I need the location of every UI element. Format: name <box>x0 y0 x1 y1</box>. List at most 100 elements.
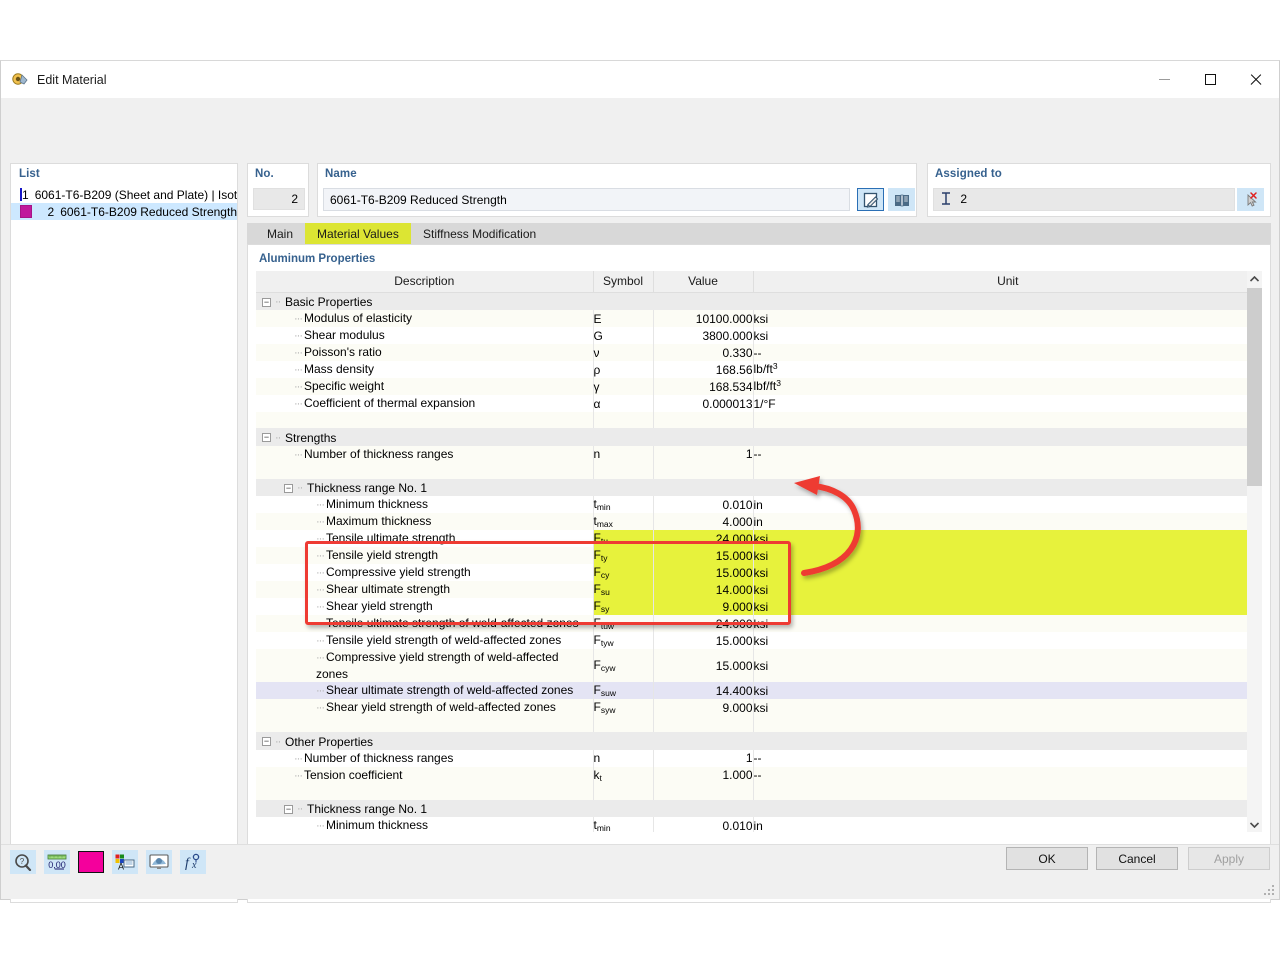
property-value[interactable]: 15.000 <box>653 649 754 682</box>
material-library-button[interactable] <box>888 188 915 211</box>
property-unit: ksi <box>753 598 1262 615</box>
property-value[interactable]: 10100.000 <box>653 310 754 327</box>
collapse-toggle[interactable]: − <box>262 737 271 746</box>
property-unit: lbf/ft3 <box>753 378 1262 395</box>
table-spacer-row <box>256 783 1262 800</box>
help-icon-button[interactable]: ? <box>10 850 36 874</box>
cancel-button[interactable]: Cancel <box>1096 847 1178 870</box>
property-value[interactable]: 168.534 <box>653 378 754 395</box>
table-row[interactable]: ··· Maximum thickness tmax 4.000 in <box>256 513 1262 530</box>
properties-caption: Aluminum Properties <box>259 253 376 265</box>
tree-connector: ··· <box>294 769 303 782</box>
collapse-toggle[interactable]: − <box>284 804 293 814</box>
table-row[interactable]: ··· Tensile ultimate strength of weld-aff… <box>256 615 1262 632</box>
table-group-row[interactable]: − ·· Basic Properties <box>256 292 1262 310</box>
tab-main[interactable]: Main <box>255 223 306 244</box>
tab-material-values[interactable]: Material Values <box>305 223 411 244</box>
property-value[interactable]: 9.000 <box>653 598 754 615</box>
column-header-value[interactable]: Value <box>653 271 754 293</box>
svg-text:A: A <box>118 862 124 872</box>
collapse-toggle[interactable]: − <box>262 433 271 442</box>
table-row[interactable]: ··· Mass density ρ 168.56 lb/ft3 <box>256 361 1262 378</box>
table-row[interactable]: ··· Tensile ultimate strength Ftu 24.000 ksi <box>256 530 1262 547</box>
tab-stiffness-modification[interactable]: Stiffness Modification <box>411 223 549 244</box>
units-decimal-places-button[interactable]: 0,00 <box>44 850 70 874</box>
table-row[interactable]: ··· Number of thickness ranges n 1 -- <box>256 749 1262 767</box>
edit-material-name-button[interactable] <box>857 188 884 211</box>
column-header-symbol[interactable]: Symbol <box>593 271 654 293</box>
collapse-toggle[interactable]: − <box>262 297 271 307</box>
property-value[interactable]: 15.000 <box>653 632 754 649</box>
property-value[interactable]: 14.000 <box>653 581 754 598</box>
property-value[interactable]: 0.000013 <box>653 395 754 412</box>
property-value[interactable]: 24.000 <box>653 615 754 632</box>
column-header-unit[interactable]: Unit <box>753 271 1262 293</box>
property-symbol: Ftu <box>592 530 654 547</box>
material-list[interactable]: 1 6061-T6-B209 (Sheet and Plate) | Isotr 2… <box>11 186 237 854</box>
table-row[interactable]: ··· Shear ultimate strength Fsu 14.000 ksi <box>256 581 1262 598</box>
display-properties-button[interactable]: A <box>112 850 138 874</box>
scroll-down-icon[interactable] <box>1247 817 1262 832</box>
table-row[interactable]: ··· Compressive yield strength Fcy 15.000 ks… <box>256 564 1262 581</box>
property-value[interactable]: 3800.000 <box>653 327 754 344</box>
table-row[interactable]: ··· Shear yield strength Fsy 9.000 ksi <box>256 598 1262 615</box>
property-value[interactable]: 0.010 <box>653 817 754 832</box>
property-value[interactable]: 168.56 <box>653 361 754 378</box>
table-row[interactable]: ··· Tension coefficient kt 1.000 -- <box>256 766 1262 784</box>
table-row[interactable]: ··· Coefficient of thermal expansion α 0.00… <box>256 395 1262 412</box>
column-header-description[interactable]: Description <box>256 271 594 293</box>
table-row[interactable]: ··· Poisson's ratio ν 0.330 -- <box>256 344 1262 361</box>
resize-grip[interactable] <box>1262 883 1274 895</box>
maximize-button[interactable] <box>1187 61 1233 98</box>
material-name-field[interactable]: 6061-T6-B209 Reduced Strength <box>323 188 850 211</box>
table-row[interactable]: ··· Minimum thickness tmin 0.010 in <box>256 817 1262 832</box>
property-value[interactable]: 1 <box>653 445 754 463</box>
scroll-up-icon[interactable] <box>1247 271 1262 286</box>
table-row[interactable]: ··· Shear yield strength of weld-affected… <box>256 699 1262 716</box>
assigned-to-field[interactable]: 2 <box>933 188 1235 211</box>
list-item[interactable]: 1 6061-T6-B209 (Sheet and Plate) | Isotr <box>11 186 237 203</box>
table-row[interactable]: ··· Specific weight γ 168.534 lbf/ft3 <box>256 378 1262 395</box>
table-row[interactable]: ··· Number of thickness ranges n 1 -- <box>256 445 1262 463</box>
minimize-button[interactable] <box>1141 61 1187 98</box>
property-value[interactable]: 15.000 <box>653 564 754 581</box>
property-value[interactable]: 24.000 <box>653 530 754 547</box>
name-box-title: Name <box>325 168 357 180</box>
property-value[interactable]: 0.330 <box>653 344 754 361</box>
tree-connector: ··· <box>316 533 325 545</box>
table-row[interactable]: ··· Compressive yield strength of weld-af… <box>256 649 1262 682</box>
collapse-toggle[interactable]: − <box>284 483 293 493</box>
property-value[interactable]: 4.000 <box>653 513 754 530</box>
ok-button[interactable]: OK <box>1006 847 1088 870</box>
close-button[interactable] <box>1233 61 1279 98</box>
property-value[interactable]: 1.000 <box>653 766 754 784</box>
properties-vertical-scrollbar[interactable] <box>1247 271 1262 832</box>
tab-label: Main <box>267 226 294 241</box>
property-value[interactable]: 0.010 <box>653 496 754 513</box>
table-row[interactable]: ··· Shear ultimate strength of weld-affec… <box>256 682 1262 699</box>
table-row[interactable]: ··· Tensile yield strength Fty 15.000 ksi <box>256 547 1262 564</box>
property-unit: ksi <box>753 310 1262 327</box>
property-value[interactable]: 15.000 <box>653 547 754 564</box>
vscroll-thumb[interactable] <box>1247 288 1262 486</box>
list-item[interactable]: 2 6061-T6-B209 Reduced Strength <box>11 203 237 220</box>
property-value[interactable]: 9.000 <box>653 699 754 716</box>
property-unit: -- <box>753 766 1262 784</box>
property-unit: ksi <box>753 649 1262 682</box>
table-group-row[interactable]: − ·· Thickness range No. 1 <box>256 799 1262 817</box>
table-group-row[interactable]: − ·· Strengths <box>256 428 1262 446</box>
formula-button[interactable]: fx <box>180 850 206 874</box>
table-row[interactable]: ··· Tensile yield strength of weld-affect… <box>256 632 1262 649</box>
table-row[interactable]: ··· Modulus of elasticity E 10100.000 ksi <box>256 310 1262 327</box>
table-row[interactable]: ··· Minimum thickness tmin 0.010 in <box>256 496 1262 513</box>
material-color-swatch[interactable] <box>78 850 104 874</box>
clear-assignment-button[interactable] <box>1237 188 1264 211</box>
property-value[interactable]: 1 <box>653 749 754 767</box>
table-row[interactable]: ··· Shear modulus G 3800.000 ksi <box>256 327 1262 344</box>
table-group-row[interactable]: − ·· Thickness range No. 1 <box>256 478 1262 496</box>
property-value[interactable]: 14.400 <box>653 682 754 699</box>
render-view-button[interactable] <box>146 850 172 874</box>
material-no-field[interactable]: 2 <box>253 188 305 210</box>
property-unit: ksi <box>753 615 1262 632</box>
table-group-row[interactable]: − ·· Other Properties <box>256 732 1262 750</box>
